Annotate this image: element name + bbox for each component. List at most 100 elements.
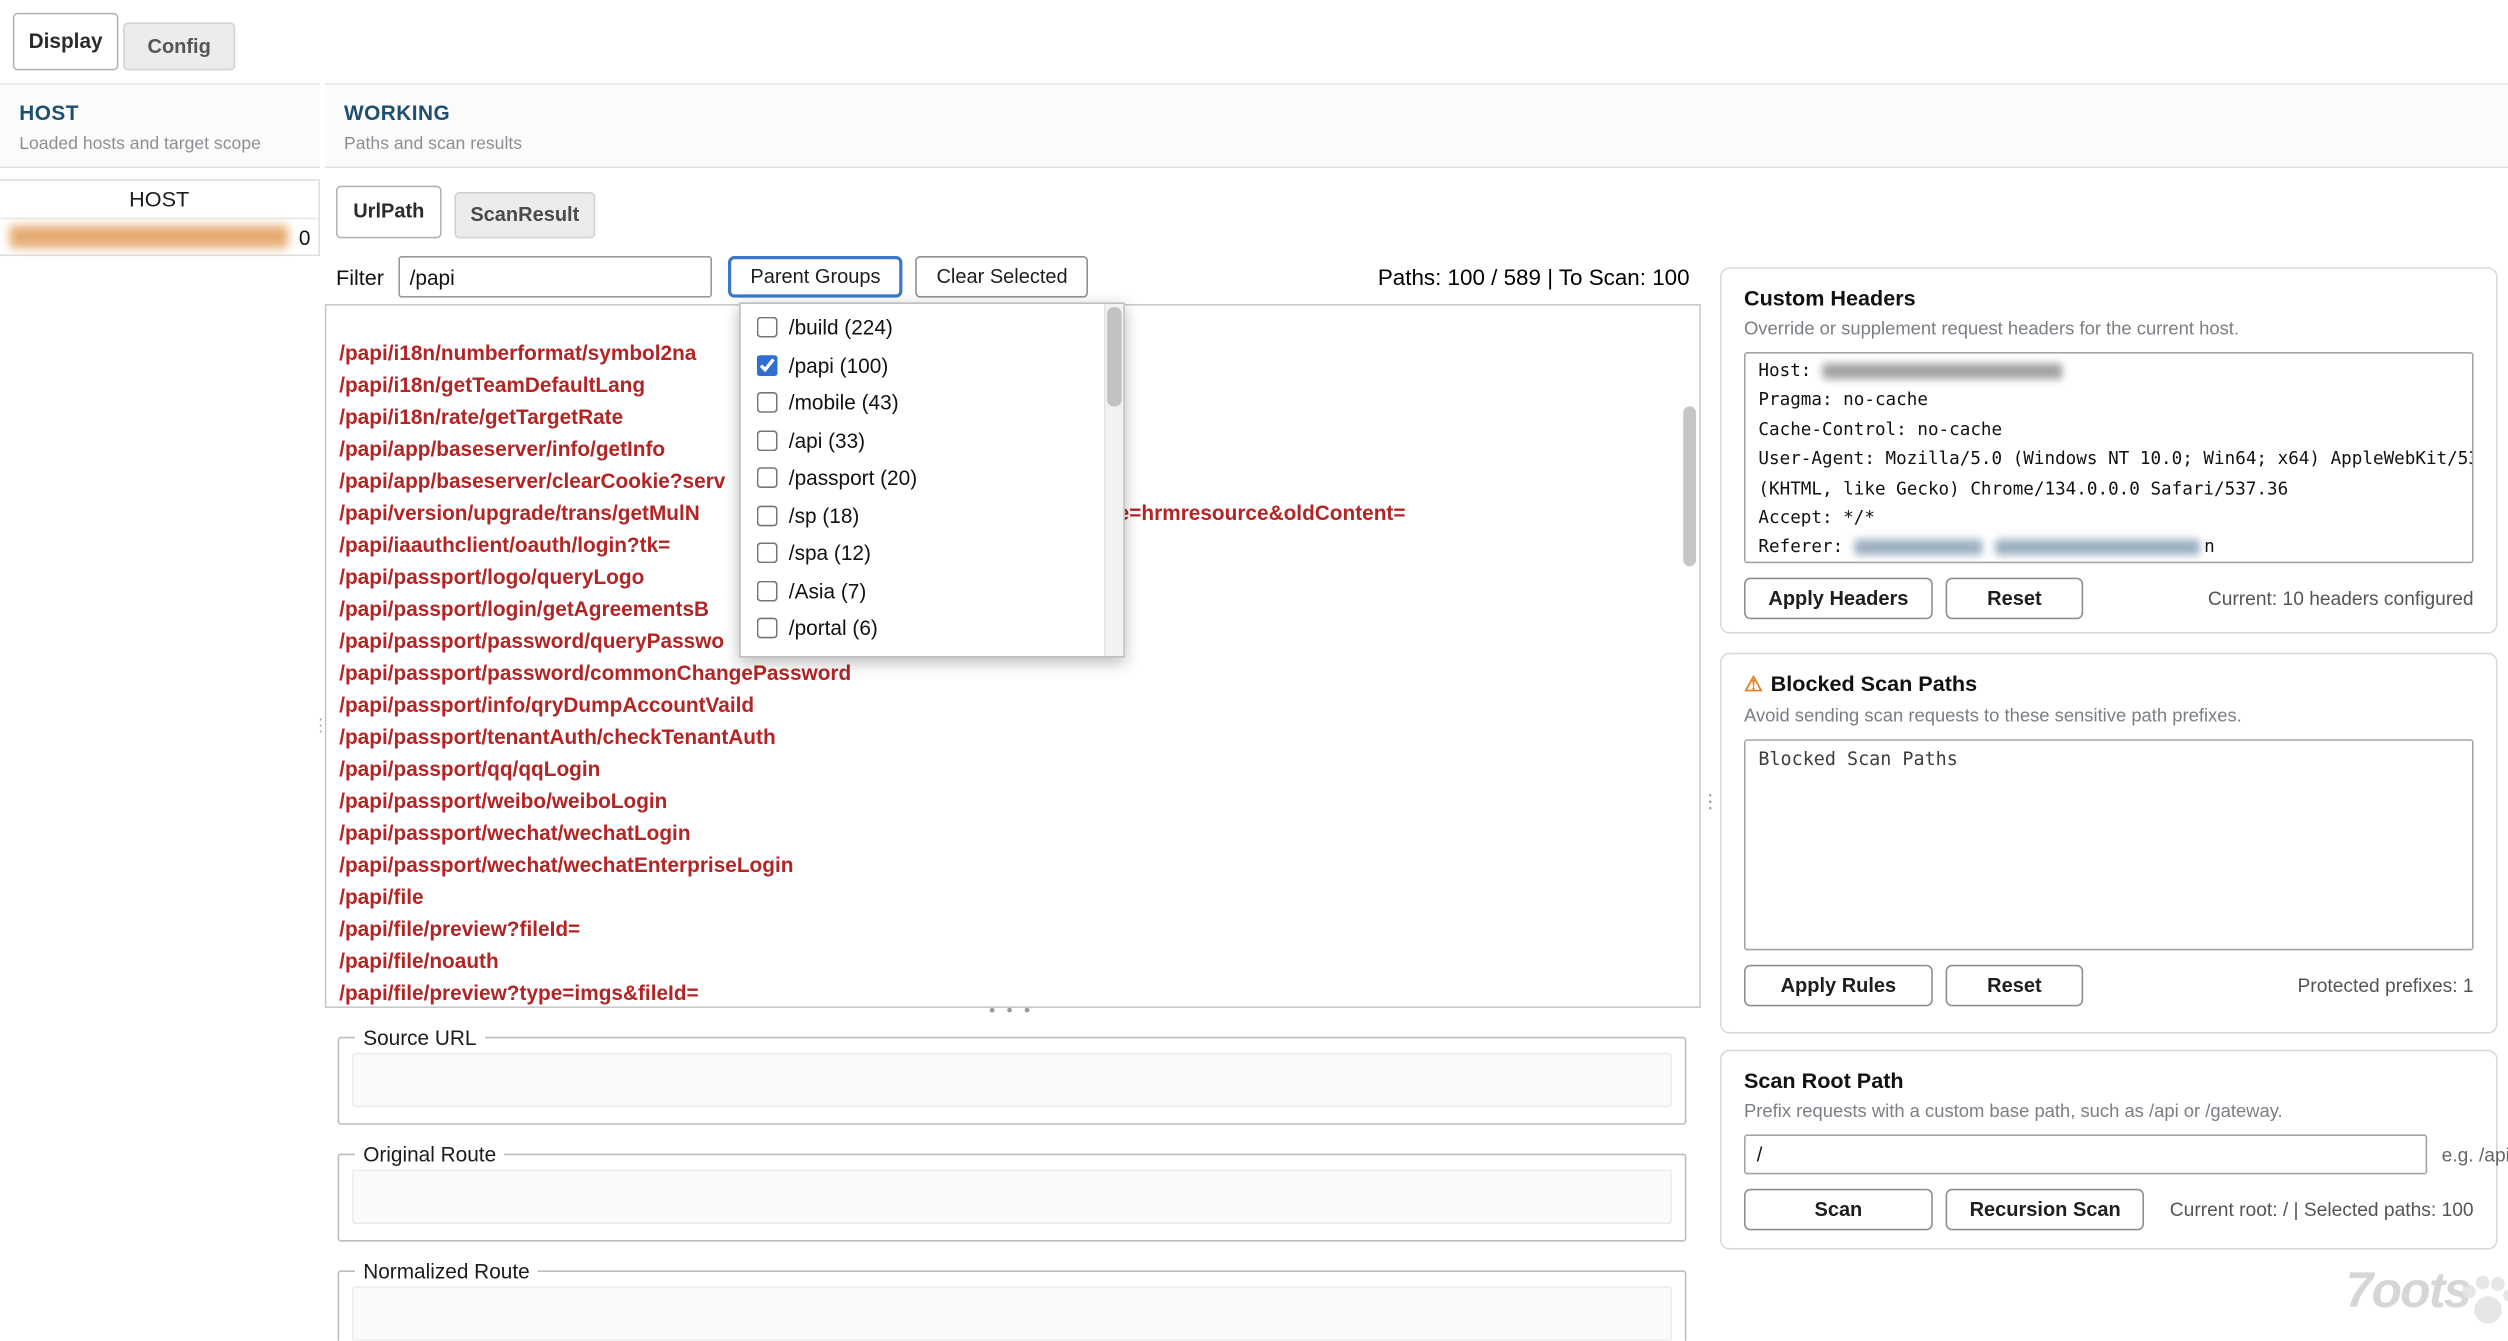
redacted-hostname [10, 226, 288, 248]
redacted-host-value [1822, 363, 2062, 379]
apply-headers-button[interactable]: Apply Headers [1744, 578, 1933, 620]
dropdown-item[interactable]: /mobile (43) [741, 384, 1104, 422]
scan-root-input[interactable] [1744, 1134, 2427, 1174]
top-tab-bar: Display Config [13, 13, 235, 71]
dropdown-item[interactable]: /build (224) [741, 309, 1104, 347]
dropdown-item-label: /build (224) [789, 316, 893, 340]
dropdown-item-checkbox[interactable] [757, 505, 778, 526]
headers-box[interactable]: Host: Pragma: no-cacheCache-Control: no-… [1744, 352, 2474, 563]
dropdown-item-checkbox[interactable] [757, 543, 778, 564]
path-item[interactable]: /papi/passport/info/qryDumpAccountVaild [339, 690, 1405, 722]
working-panel-header: WORKING Paths and scan results [325, 83, 2508, 168]
apply-rules-button[interactable]: Apply Rules [1744, 965, 1933, 1007]
scan-root-input-row: e.g. /api [1744, 1134, 2474, 1174]
path-item[interactable]: /papi/passport/wechat/wechatLogin [339, 818, 1405, 850]
header-line: Pragma: no-cache [1758, 386, 2459, 415]
headers-reset-button[interactable]: Reset [1946, 578, 2084, 620]
custom-headers-subtitle: Override or supplement request headers f… [1744, 320, 2474, 339]
dropdown-item-label: /papi (100) [789, 353, 888, 377]
scan-root-card: Scan Root Path Prefix requests with a cu… [1720, 1050, 2498, 1250]
dropdown-item[interactable]: /sp (18) [741, 497, 1104, 535]
custom-headers-actions: Apply Headers Reset Current: 10 headers … [1744, 578, 2474, 620]
blocked-reset-button[interactable]: Reset [1946, 965, 2084, 1007]
header-line: Referer: n [1758, 534, 2459, 563]
dropdown-item-checkbox[interactable] [757, 618, 778, 639]
dropdown-scrollbar-thumb[interactable] [1107, 307, 1121, 406]
dropdown-scrollbar[interactable] [1104, 304, 1123, 656]
header-line: Accept: */* [1758, 504, 2459, 533]
left-splitter-handle[interactable] [312, 720, 325, 768]
working-panel-title: WORKING [344, 101, 2508, 125]
dropdown-item-checkbox[interactable] [757, 392, 778, 413]
tab-scanresult[interactable]: ScanResult [454, 192, 595, 238]
custom-headers-card: Custom Headers Override or supplement re… [1720, 267, 2498, 633]
dropdown-item-label: /mobile (43) [789, 391, 899, 415]
working-panel-subtitle: Paths and scan results [344, 134, 2508, 153]
tab-display[interactable]: Display [13, 13, 119, 71]
filter-row: Filter Parent Groups Clear Selected Path… [336, 254, 1690, 299]
dropdown-item-label: /sp (18) [789, 504, 860, 528]
path-item-head: /papi/version/upgrade/trans/getMulN [339, 501, 700, 525]
dropdown-item-label: /portal (6) [789, 616, 878, 640]
original-route-value [352, 1170, 1672, 1224]
parent-groups-dropdown: /build (224) /papi (100) /mobile (43) /api … [739, 302, 1125, 657]
tab-urlpath[interactable]: UrlPath [336, 186, 442, 239]
source-url-group: Source URL [338, 1026, 1687, 1125]
blocked-paths-textarea[interactable] [1744, 739, 2474, 950]
dropdown-item-checkbox[interactable] [757, 430, 778, 451]
dropdown-item-label: /spa (12) [789, 541, 871, 565]
path-item[interactable]: /papi/passport/weibo/weiboLogin [339, 786, 1405, 818]
clear-selected-button[interactable]: Clear Selected [916, 256, 1089, 298]
normalized-route-label: Normalized Route [355, 1259, 537, 1283]
path-item[interactable]: /papi/file [339, 882, 1405, 914]
dropdown-item-label: /Asia (7) [789, 579, 866, 603]
dropdown-item[interactable]: /papi (100) [741, 346, 1104, 384]
recursion-scan-button[interactable]: Recursion Scan [1946, 1189, 2145, 1231]
dropdown-item-list: /build (224) /papi (100) /mobile (43) /api … [741, 309, 1104, 647]
original-route-group: Original Route [338, 1142, 1687, 1241]
normalized-route-group: Normalized Route [338, 1259, 1687, 1341]
path-list-scrollbar-thumb[interactable] [1683, 406, 1696, 566]
tab-config[interactable]: Config [123, 22, 235, 70]
parent-groups-button[interactable]: Parent Groups [728, 256, 903, 298]
dropdown-item[interactable]: /Asia (7) [741, 572, 1104, 610]
filter-label: Filter [336, 265, 384, 289]
horizontal-resize-handle[interactable] [986, 1002, 1037, 1021]
paths-summary: Paths: 100 / 589 | To Scan: 100 [1378, 264, 1690, 290]
scan-button[interactable]: Scan [1744, 1189, 1933, 1231]
path-item[interactable]: /papi/passport/wechat/wechatEnterpriseLo… [339, 850, 1405, 882]
dropdown-item-checkbox[interactable] [757, 317, 778, 338]
host-list-item[interactable]: 0 [0, 219, 318, 254]
blocked-status: Protected prefixes: 1 [2298, 974, 2474, 996]
host-list-title: HOST [0, 181, 318, 219]
dropdown-item-label: /passport (20) [789, 466, 917, 490]
blocked-paths-subtitle: Avoid sending scan requests to these sen… [1744, 707, 2474, 726]
header-line: Host: [1758, 357, 2459, 386]
dropdown-item[interactable]: /portal (6) [741, 610, 1104, 648]
host-list: HOST 0 [0, 179, 320, 256]
path-item[interactable]: /papi/passport/password/commonChangePass… [339, 658, 1405, 690]
path-item[interactable]: /papi/file/preview?fileId= [339, 914, 1405, 946]
path-item[interactable]: /papi/file/preview?type=imgs&fileId= [339, 978, 1405, 1008]
host-count: 0 [299, 225, 311, 249]
custom-headers-title: Custom Headers [1744, 286, 2474, 310]
path-item[interactable]: /papi/passport/qq/qqLogin [339, 754, 1405, 786]
scan-root-subtitle: Prefix requests with a custom base path,… [1744, 1102, 2474, 1121]
dropdown-item-checkbox[interactable] [757, 355, 778, 376]
paw-icon [2458, 1269, 2508, 1330]
blocked-paths-actions: Apply Rules Reset Protected prefixes: 1 [1744, 965, 2474, 1007]
dropdown-item-checkbox[interactable] [757, 580, 778, 601]
right-splitter-handle[interactable] [1701, 794, 1714, 842]
watermark-text: 7oots [2346, 1262, 2470, 1318]
normalized-route-value [352, 1286, 1672, 1340]
filter-input[interactable] [398, 256, 712, 298]
path-item[interactable]: /papi/file/noauth [339, 946, 1405, 978]
path-item[interactable]: /papi/passport/tenantAuth/checkTenantAut… [339, 722, 1405, 754]
dropdown-item[interactable]: /api (33) [741, 422, 1104, 460]
dropdown-item[interactable]: /spa (12) [741, 534, 1104, 572]
source-url-value [352, 1053, 1672, 1107]
dropdown-item[interactable]: /passport (20) [741, 459, 1104, 497]
dropdown-item-checkbox[interactable] [757, 468, 778, 489]
scan-root-actions: Scan Recursion Scan Current root: / | Se… [1744, 1189, 2474, 1231]
source-url-label: Source URL [355, 1026, 484, 1050]
